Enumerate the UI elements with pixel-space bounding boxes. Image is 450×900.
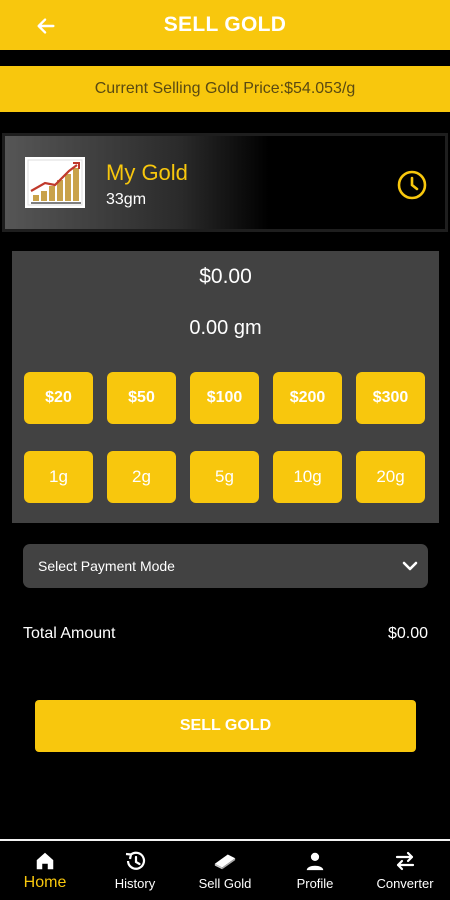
nav-item-history[interactable]: History [90,841,180,900]
history-clock-button[interactable] [395,168,429,202]
sell-gold-button[interactable]: SELL GOLD [35,700,416,752]
preset-usd-100-button[interactable]: $100 [190,372,259,424]
sell-calculator-panel: $0.00 0.00 gm $20 $50 $100 $200 $300 1g … [12,251,439,523]
page-title: SELL GOLD [163,13,287,36]
preset-gram-1-button[interactable]: 1g [24,451,93,503]
preset-usd-300-button[interactable]: $300 [356,372,425,424]
nav-label-sell-gold: Sell Gold [198,876,252,891]
total-amount-label: Total Amount [23,625,116,642]
nav-label-converter: Converter [376,876,434,891]
preset-gram-2-button[interactable]: 2g [107,451,176,503]
preset-gram-20-button[interactable]: 20g [356,451,425,503]
back-button[interactable] [30,10,62,42]
preset-gram-10-button[interactable]: 10g [273,451,342,503]
preset-gram-5-button[interactable]: 5g [190,451,259,503]
app-bar: SELL GOLD [0,0,450,50]
my-gold-card: My Gold 33gm [2,133,448,232]
amount-usd-display: $0.00 [199,265,252,288]
back-arrow-icon [37,18,55,34]
nav-item-profile[interactable]: Profile [270,841,360,900]
payment-mode-placeholder: Select Payment Mode [38,558,175,574]
payment-mode-select[interactable]: Select Payment Mode [23,544,428,588]
my-gold-weight: 33gm [106,191,147,208]
usd-preset-row: $20 $50 $100 $200 $300 [24,372,425,424]
preset-usd-200-button[interactable]: $200 [273,372,342,424]
preset-usd-50-button[interactable]: $50 [107,372,176,424]
history-icon [123,849,147,873]
gold-bar-icon [213,849,237,873]
home-icon [33,849,57,873]
gram-preset-row: 1g 2g 5g 10g 20g [24,451,425,503]
nav-item-home[interactable]: Home [0,841,90,900]
nav-item-sell-gold[interactable]: Sell Gold [180,841,270,900]
person-icon [303,849,327,873]
clock-icon [397,170,427,200]
chevron-down-icon [402,561,418,571]
preset-usd-20-button[interactable]: $20 [24,372,93,424]
nav-item-converter[interactable]: Converter [360,841,450,900]
current-price-banner: Current Selling Gold Price:$54.053/g [0,66,450,112]
nav-label-home: Home [23,874,67,891]
gold-chart-logo-icon [25,157,85,208]
swap-arrows-icon [393,849,417,873]
my-gold-title: My Gold [106,160,188,185]
nav-label-history: History [114,876,156,891]
total-amount-value: $0.00 [387,625,428,642]
nav-label-profile: Profile [296,876,334,891]
amount-gram-display: 0.00 gm [189,317,262,339]
bottom-navigation: Home History Sell Gold Profile Converter [0,839,450,900]
current-price-text: Current Selling Gold Price:$54.053/g [94,80,356,97]
